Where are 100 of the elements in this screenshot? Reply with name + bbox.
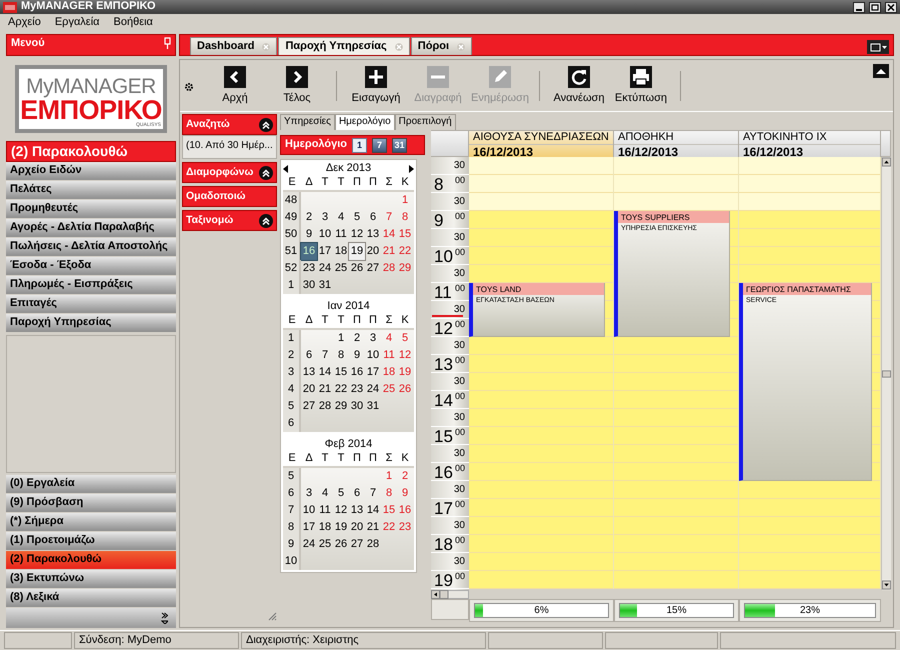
resource-header[interactable]: ΑΠΟΘΗΚΗ 16/12/2013: [614, 130, 739, 158]
filter-header[interactable]: Διαμορφώνω: [182, 162, 277, 183]
calendar-day[interactable]: 31: [317, 277, 333, 294]
calendar-day[interactable]: 17: [365, 364, 381, 381]
calendar-day[interactable]: 19: [397, 364, 413, 381]
time-slot[interactable]: [469, 229, 613, 247]
time-slot[interactable]: [614, 517, 738, 535]
calendar-day[interactable]: 25: [333, 260, 349, 277]
time-slot[interactable]: [730, 229, 738, 247]
time-slot[interactable]: [872, 391, 880, 409]
toolbar-button[interactable]: Εκτύπωση: [610, 66, 672, 106]
time-slot[interactable]: [739, 247, 880, 265]
calendar-day[interactable]: 19: [349, 243, 365, 260]
collapse-icon[interactable]: [259, 166, 273, 180]
time-slot[interactable]: [614, 571, 738, 589]
time-slot[interactable]: [469, 247, 613, 265]
calendar-day[interactable]: 6: [349, 485, 365, 502]
calendar-day[interactable]: 10: [365, 347, 381, 364]
calendar-day[interactable]: 5: [397, 330, 413, 347]
calendar-day[interactable]: 5: [333, 485, 349, 502]
calendar-day[interactable]: 23: [349, 381, 365, 398]
calendar-day[interactable]: 26: [333, 536, 349, 553]
time-slot[interactable]: [872, 409, 880, 427]
time-slot[interactable]: [739, 193, 880, 211]
filter-header[interactable]: Ταξινομώ: [182, 210, 277, 231]
calendar-day[interactable]: 22: [333, 381, 349, 398]
calendar-day[interactable]: 6: [301, 347, 317, 364]
nav-group[interactable]: (1) Προετοιμάζω: [6, 532, 176, 551]
prev-arrow-icon[interactable]: [283, 165, 288, 173]
time-slot[interactable]: [614, 337, 738, 355]
time-slot[interactable]: [872, 427, 880, 445]
scroll-up-icon[interactable]: [882, 157, 891, 167]
calendar-day[interactable]: 24: [317, 260, 333, 277]
calendar-day[interactable]: 28: [317, 398, 333, 415]
calendar-day[interactable]: 3: [317, 209, 333, 226]
sidebar-item[interactable]: Παροχή Υπηρεσίας: [6, 314, 176, 333]
close-icon[interactable]: [885, 2, 897, 12]
sidebar-item[interactable]: Έσοδα - Έξοδα: [6, 257, 176, 276]
calendar-day[interactable]: 9: [397, 485, 413, 502]
time-slot[interactable]: [739, 211, 880, 229]
calendar-day[interactable]: 27: [301, 398, 317, 415]
menu-item[interactable]: Αρχείο: [8, 16, 41, 30]
filter-header[interactable]: Ομαδοποιώ: [182, 186, 277, 207]
calendar-day[interactable]: 8: [397, 209, 413, 226]
time-slot[interactable]: [730, 301, 738, 319]
time-slot[interactable]: [614, 391, 738, 409]
calendar-day[interactable]: 22: [381, 519, 397, 536]
calendar-day[interactable]: 14: [381, 226, 397, 243]
calendar-day[interactable]: 16: [397, 502, 413, 519]
resource-header[interactable]: ΑΥΤΟΚΙΝΗΤΟ ΙΧ 16/12/2013: [739, 130, 881, 158]
calendar-day[interactable]: 21: [381, 243, 397, 260]
calendar-day[interactable]: 17: [317, 243, 333, 260]
maximize-icon[interactable]: [869, 2, 881, 12]
nav-group[interactable]: (3) Εκτυπώνω: [6, 570, 176, 589]
calendar-day[interactable]: 28: [381, 260, 397, 277]
resource-header[interactable]: ΑΙΘΟΥΣΑ ΣΥΝΕΔΡΙΑΣΕΩΝ 16/12/2013: [469, 130, 614, 158]
view-tab[interactable]: Προεπιλογή: [394, 114, 456, 130]
calendar-day[interactable]: 13: [365, 226, 381, 243]
calendar-day[interactable]: 3: [365, 330, 381, 347]
time-slot[interactable]: [614, 409, 738, 427]
time-slot[interactable]: [730, 265, 738, 283]
time-slot[interactable]: [739, 175, 880, 193]
calendar-day[interactable]: 14: [317, 364, 333, 381]
sidebar-item[interactable]: Αρχείο Ειδών: [6, 162, 176, 181]
window-list-icon[interactable]: [867, 40, 889, 54]
filter-header[interactable]: Αναζητώ: [182, 114, 277, 135]
calendar-day[interactable]: 15: [333, 364, 349, 381]
calendar-day[interactable]: 9: [349, 347, 365, 364]
calendar-day[interactable]: 8: [381, 485, 397, 502]
calendar-day[interactable]: 22: [397, 243, 413, 260]
expand-button[interactable]: [6, 608, 176, 628]
calendar-day[interactable]: 1: [381, 468, 397, 485]
calendar-day[interactable]: 2: [349, 330, 365, 347]
time-slot[interactable]: [469, 499, 613, 517]
document-tab[interactable]: Dashboard: [190, 37, 278, 55]
calendar-day[interactable]: 17: [301, 519, 317, 536]
calendar-day[interactable]: 2: [301, 209, 317, 226]
time-slot[interactable]: [469, 535, 613, 553]
calendar-day[interactable]: 30: [349, 398, 365, 415]
calendar-day[interactable]: 18: [333, 243, 349, 260]
calendar-day[interactable]: 25: [317, 536, 333, 553]
time-slot[interactable]: [730, 247, 738, 265]
calendar-day[interactable]: 20: [365, 243, 381, 260]
calendar-day[interactable]: 18: [317, 519, 333, 536]
toolbar-button[interactable]: Ανανέωση: [548, 66, 610, 106]
time-slot[interactable]: [614, 193, 738, 211]
view-tab[interactable]: Ημερολόγιο: [334, 114, 395, 130]
calendar-day[interactable]: 4: [317, 485, 333, 502]
calendar-day[interactable]: 6: [365, 209, 381, 226]
time-slot[interactable]: [614, 355, 738, 373]
sidebar-item[interactable]: Πελάτες: [6, 181, 176, 200]
time-slot[interactable]: [469, 175, 613, 193]
calendar-day[interactable]: 27: [349, 536, 365, 553]
calendar-day[interactable]: 24: [365, 381, 381, 398]
time-slot[interactable]: [872, 337, 880, 355]
view-tab[interactable]: Υπηρεσίες: [280, 114, 335, 130]
calendar-day[interactable]: 12: [349, 226, 365, 243]
calendar-day[interactable]: 3: [301, 485, 317, 502]
document-tab[interactable]: Παροχή Υπηρεσίας: [278, 37, 410, 55]
menu-item[interactable]: Βοήθεια: [114, 16, 153, 30]
